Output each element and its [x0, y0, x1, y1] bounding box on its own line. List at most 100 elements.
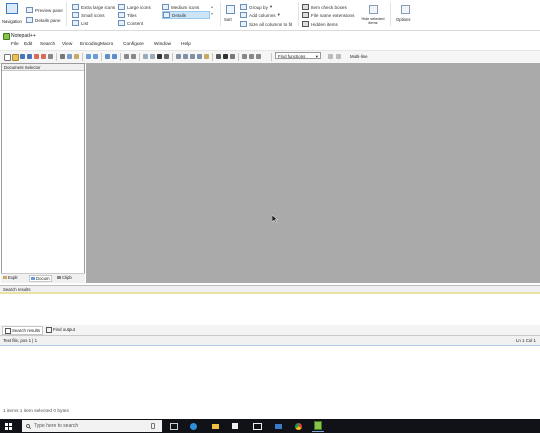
hide-selected-items-button[interactable]: Hide selected items [360, 4, 386, 25]
layout-content[interactable]: Content [118, 20, 143, 26]
folder-workspace-icon[interactable] [204, 54, 209, 59]
navigation-pane-icon [6, 3, 18, 14]
stop-macro-icon[interactable] [230, 54, 235, 59]
layout-small-icons[interactable]: Small icons [72, 12, 105, 18]
save-icon[interactable] [20, 54, 25, 59]
notepad-plus-plus-taskbar-icon[interactable] [312, 420, 324, 432]
zoom-out-icon[interactable] [131, 54, 136, 59]
record-macro-icon[interactable] [223, 54, 228, 59]
file-name-extensions-toggle[interactable]: File name extensions [302, 12, 354, 18]
size-all-columns-button[interactable]: Size all columns to fit [240, 21, 292, 27]
layout-extra-large-icons[interactable]: Extra large icons [72, 4, 115, 10]
item-check-boxes-toggle[interactable]: Item check boxes [302, 4, 347, 10]
size-columns-icon [240, 21, 247, 27]
menu-edit[interactable]: Edit [24, 42, 32, 47]
layout-list[interactable]: List [72, 20, 88, 26]
navigation-pane-button[interactable]: Navigation [2, 2, 22, 24]
search-icon [26, 423, 31, 429]
save-macro-icon[interactable] [256, 54, 261, 59]
close-icon[interactable] [34, 54, 39, 59]
redo-icon[interactable] [93, 54, 98, 59]
tab-label: Explr [8, 275, 18, 280]
open-file-icon[interactable] [12, 54, 19, 61]
start-button[interactable] [0, 419, 17, 433]
window-border [0, 345, 540, 346]
microphone-icon[interactable] [147, 420, 159, 432]
function-list-icon[interactable] [197, 54, 202, 59]
app-titlebar: Notepad++ [0, 31, 540, 41]
layout-details[interactable]: Details [162, 11, 210, 19]
sync-vertical-icon[interactable] [143, 54, 148, 59]
chevron-down-icon: ▾ [315, 54, 318, 59]
close-all-icon[interactable] [41, 54, 46, 59]
chrome-icon[interactable] [292, 420, 304, 432]
tab-search-results[interactable]: Search results [2, 326, 44, 335]
photos-icon[interactable] [272, 420, 284, 432]
word-wrap-icon[interactable] [157, 54, 162, 59]
options-button[interactable]: Options [395, 4, 415, 24]
options-label: Options [396, 17, 411, 22]
tab-clipboard[interactable]: Clipb [57, 275, 72, 280]
edge-browser-icon[interactable] [187, 420, 199, 432]
function-combo[interactable]: Find functions ▾ [275, 52, 321, 59]
settings-icon[interactable] [328, 54, 333, 59]
doc-map-icon[interactable] [190, 54, 195, 59]
tab-find-output[interactable]: Find output [44, 326, 77, 333]
layout-scroll-down[interactable]: ▾ [211, 11, 213, 16]
explorer-status-bar: 1 items 1 item selected 0 bytes [3, 409, 69, 414]
details-pane-button[interactable]: Details pane [26, 17, 61, 23]
new-file-icon[interactable] [4, 54, 11, 61]
mouse-cursor-icon [272, 215, 278, 223]
layout-large-icons[interactable]: Large icons [118, 4, 151, 10]
group-by-button[interactable]: Group by ▾ [240, 4, 272, 10]
monitoring-icon[interactable] [216, 54, 221, 59]
editor-area[interactable] [86, 63, 540, 283]
file-explorer-icon[interactable] [209, 420, 221, 432]
udl-icon[interactable] [183, 54, 188, 59]
play-macro-icon[interactable] [242, 54, 247, 59]
sync-horizontal-icon[interactable] [150, 54, 155, 59]
show-all-chars-icon[interactable] [164, 54, 169, 59]
taskbar-search-box[interactable]: Type here to search [22, 420, 162, 432]
preview-pane-button[interactable]: Preview pane [26, 7, 63, 13]
play-multiple-icon[interactable] [249, 54, 254, 59]
layout-tiles[interactable]: Tiles [118, 12, 137, 18]
find-icon[interactable] [105, 54, 110, 59]
hidden-items-toggle[interactable]: Hidden items [302, 21, 338, 27]
indent-guide-icon[interactable] [176, 54, 181, 59]
search-results-panel[interactable] [0, 294, 540, 327]
tab-documents[interactable]: Docum [29, 275, 52, 282]
plugin-icon[interactable] [336, 54, 341, 59]
add-columns-button[interactable]: Add columns ▾ [240, 12, 280, 18]
menu-view[interactable]: View [62, 42, 72, 47]
group-by-icon [240, 4, 247, 10]
layout-medium-icons[interactable]: Medium icons [162, 4, 199, 10]
menu-search[interactable]: Search [40, 42, 55, 47]
document-icon [31, 277, 35, 280]
small-icons-icon [72, 12, 79, 18]
cut-icon[interactable] [60, 54, 65, 59]
paste-icon[interactable] [74, 54, 79, 59]
task-view-icon[interactable] [168, 420, 180, 432]
print-icon[interactable] [48, 54, 53, 59]
status-bar: Text file, pos 1 | 1 Ln 1 Col 1 [0, 336, 540, 345]
menu-window[interactable]: Window [154, 42, 171, 47]
mail-icon[interactable] [251, 420, 263, 432]
undo-icon[interactable] [86, 54, 91, 59]
tab-label: Clipb [62, 275, 72, 280]
menu-encoding[interactable]: Encoding [80, 42, 100, 47]
zoom-in-icon[interactable] [124, 54, 129, 59]
copy-icon[interactable] [67, 54, 72, 59]
menu-file[interactable]: File [11, 42, 19, 47]
menu-help[interactable]: Help [181, 42, 191, 47]
sort-button[interactable]: Sort [224, 4, 236, 22]
chevron-down-icon: ▾ [277, 12, 280, 17]
tab-explorer[interactable]: Explr [3, 275, 18, 280]
windows-logo-icon [5, 422, 12, 430]
menu-macro[interactable]: Macro [100, 42, 113, 47]
store-icon[interactable] [229, 420, 241, 432]
replace-icon[interactable] [112, 54, 117, 59]
layout-scroll-up[interactable]: ▴ [211, 4, 213, 9]
save-all-icon[interactable] [27, 54, 32, 59]
menu-configure[interactable]: Configure [123, 42, 144, 47]
